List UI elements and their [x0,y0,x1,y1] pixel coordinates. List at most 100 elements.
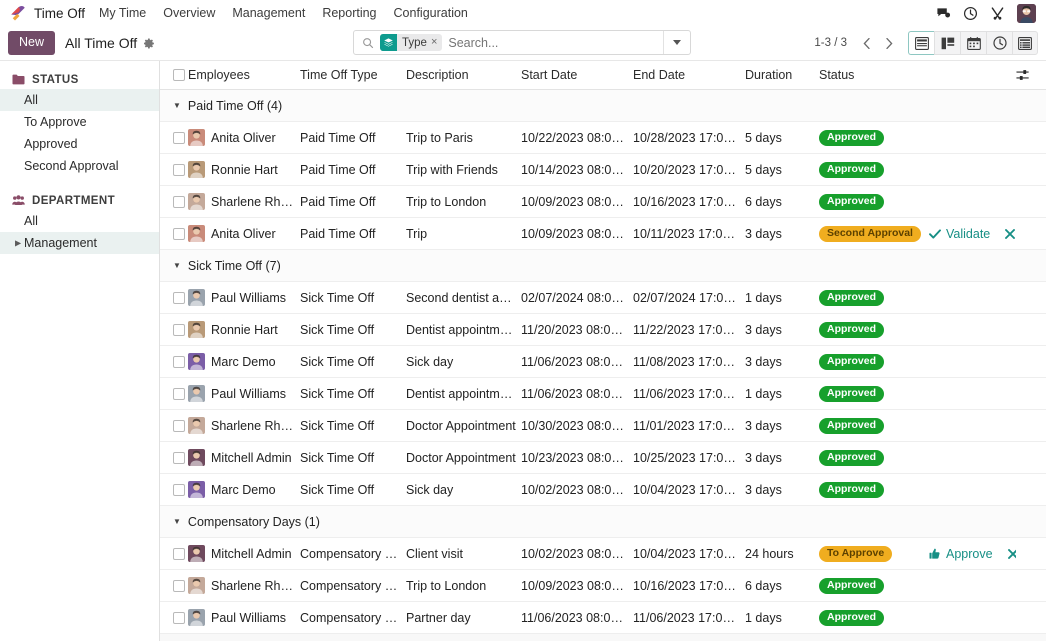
table-row[interactable]: Anita Oliver Paid Time Off Trip to Paris 10… [160,121,1046,154]
row-checkbox[interactable] [173,195,185,208]
group-header-cell[interactable]: ▼ Paid Time Off (4) [160,89,1046,122]
cell-time-off-type: Paid Time Off [300,185,406,218]
group-header-row[interactable]: ▼ Sick Time Off (7) [160,249,1046,282]
nav-menu-my-time[interactable]: My Time [99,6,146,20]
breadcrumb: All Time Off [65,35,155,51]
table-row[interactable]: Sharlene Rhodes Sick Time OffDoctor Appoi… [160,409,1046,442]
column-header-time-off-type[interactable]: Time Off Type [300,61,406,90]
sidebar-section-department-header: DEPARTMENT [0,191,159,210]
status-badge: Approved [819,481,885,499]
table-row[interactable]: Ronnie Hart Sick Time Off Dentist appointm… [160,313,1046,346]
user-avatar[interactable] [1017,3,1036,23]
row-action-validate-button[interactable]: Validate [929,227,990,241]
column-header-end-date[interactable]: End Date [633,61,745,90]
sidebar-item-status-second-approval[interactable]: Second Approval [0,155,159,177]
caret-down-icon[interactable]: ▼ [173,261,181,270]
employee-avatar [188,385,205,402]
table-row[interactable]: Paul Williams Sick Time Off Dentist appoin… [160,377,1046,410]
table-row[interactable]: Anita Oliver Paid Time Off Trip 10/09/2023 … [160,217,1046,250]
column-header-status[interactable]: Status [819,61,929,90]
sidebar-item-department-management[interactable]: ▶ Management [0,232,159,254]
row-checkbox[interactable] [173,387,185,400]
view-switch-kanban[interactable] [934,31,960,55]
employee-name: Paul Williams [211,386,287,401]
search-input[interactable] [448,35,663,50]
column-header-duration[interactable]: Duration [745,61,819,90]
row-checkbox[interactable] [173,355,185,368]
nav-menu-reporting[interactable]: Reporting [322,6,376,20]
row-checkbox[interactable] [173,451,185,464]
search-bar[interactable]: Type × [353,30,691,55]
row-checkbox[interactable] [173,547,185,560]
caret-down-icon[interactable]: ▼ [173,517,181,526]
sidebar-item-label: Second Approval [24,159,119,173]
gear-icon[interactable] [144,37,155,49]
row-action-approve-button[interactable]: Approve [929,547,993,561]
row-checkbox[interactable] [173,419,185,432]
column-header-employees[interactable]: Employees [188,61,300,90]
pager-previous-button[interactable] [856,33,877,54]
row-checkbox[interactable] [173,483,185,496]
employee-avatar [188,289,205,306]
row-checkbox[interactable] [173,323,185,336]
column-header-start-date[interactable]: Start Date [521,61,633,90]
search-dropdown-toggle[interactable] [663,31,690,54]
table-row[interactable]: Mitchell Admin Compensatory Days Client vi… [160,537,1046,570]
sidebar-item-department-all[interactable]: All [0,210,159,232]
cell-end-date: 10/11/2023 17:00:... [633,217,745,250]
table-row[interactable]: Paul Williams Compensatory Days Partner da… [160,601,1046,634]
view-switch-calendar[interactable] [960,31,986,55]
row-action-refuse-button[interactable]: Refuse [1005,227,1016,241]
cell-status: Approved [819,569,929,602]
nav-menu-management[interactable]: Management [232,6,305,20]
row-checkbox[interactable] [173,163,185,176]
select-all-checkbox[interactable] [173,69,185,81]
table-row[interactable]: Ronnie Hart Paid Time Off Trip with Friend… [160,153,1046,186]
nav-menu-overview[interactable]: Overview [163,6,215,20]
nav-app-name[interactable]: Time Off [34,6,85,21]
activities-clock-icon[interactable] [963,6,978,21]
sidebar-item-status-approved[interactable]: Approved [0,133,159,155]
view-switch-activity[interactable] [986,31,1012,55]
view-switch-list[interactable] [908,31,934,55]
table-row[interactable]: Paul Williams Sick Time Off Second dentist… [160,281,1046,314]
caret-down-icon[interactable]: ▼ [173,101,181,110]
sidebar-item-status-all[interactable]: All [0,89,159,111]
new-button[interactable]: New [8,31,56,55]
row-select-cell [160,153,188,186]
cell-start-date: 10/09/2023 08:00:... [521,217,633,250]
sidebar-item-status-to-approve[interactable]: To Approve [0,111,159,133]
search-facet-type[interactable]: Type × [380,34,443,51]
table-header-row: Employees Time Off Type Description Star… [160,61,1046,90]
column-header-description[interactable]: Description [406,61,521,90]
caret-right-icon[interactable]: ▶ [15,239,21,248]
employee-avatar [188,449,205,466]
sliders-icon[interactable] [1016,68,1030,82]
table-row[interactable]: Marc Demo Sick Time Off Sick day 10/02/2023… [160,473,1046,506]
group-header-cell[interactable]: ▼ Sick Time Off (7) [160,249,1046,282]
table-row[interactable]: Sharlene Rhodes Compensatory DaysTrip to … [160,569,1046,602]
tools-icon[interactable] [990,6,1005,21]
row-checkbox[interactable] [173,579,185,592]
table-row[interactable]: Mitchell Admin Sick Time Off Doctor Appoin… [160,441,1046,474]
row-checkbox[interactable] [173,227,185,240]
messages-icon[interactable] [936,6,951,21]
pager-next-button[interactable] [879,33,900,54]
row-action-refuse-button[interactable]: Refuse [1007,547,1016,561]
group-header-cell[interactable]: ▼ Compensatory Days (1) [160,505,1046,538]
table-row[interactable]: Sharlene Rhodes Paid Time OffTrip to Lond… [160,185,1046,218]
nav-menu-configuration[interactable]: Configuration [394,6,468,20]
group-header-row[interactable]: ▼ Paid Time Off (4) [160,89,1046,122]
facet-remove-icon[interactable]: × [431,37,442,48]
cell-start-date: 10/30/2023 08:00:... [521,409,633,442]
group-header-row[interactable]: ▼ Compensatory Days (1) [160,505,1046,538]
cell-employee: Anita Oliver [188,217,300,250]
view-switch-pivot[interactable] [1012,31,1038,55]
row-checkbox[interactable] [173,611,185,624]
row-checkbox[interactable] [173,291,185,304]
layers-icon [380,34,397,51]
row-checkbox[interactable] [173,131,185,144]
cell-start-date: 11/06/2023 08:00:... [521,601,633,634]
table-row[interactable]: Marc Demo Sick Time Off Sick day 11/06/2023… [160,345,1046,378]
status-badge: Approved [819,609,885,627]
